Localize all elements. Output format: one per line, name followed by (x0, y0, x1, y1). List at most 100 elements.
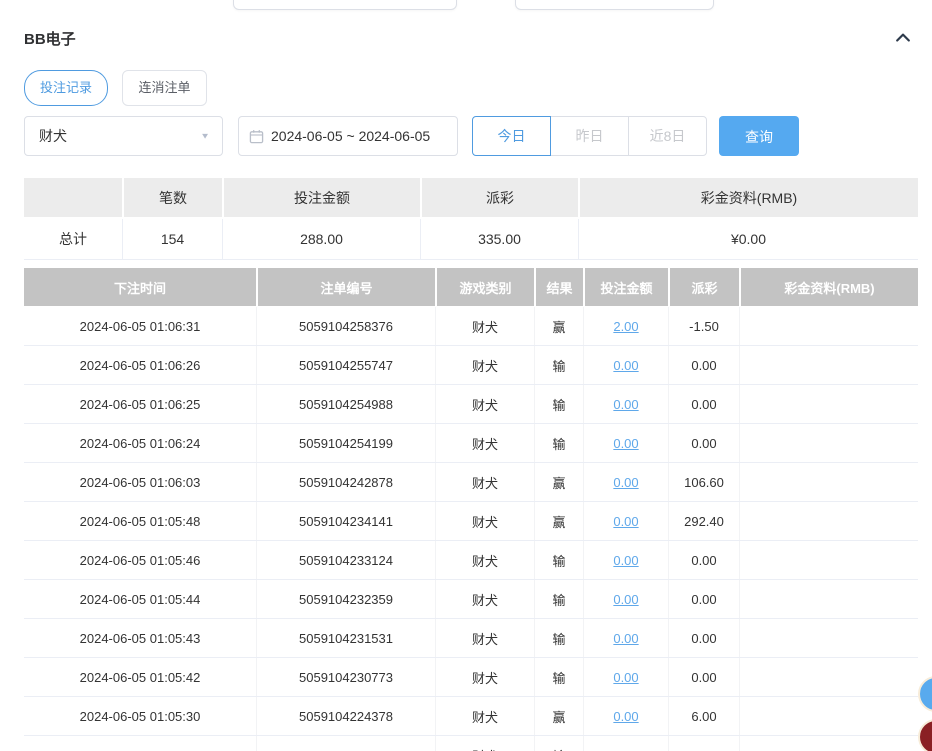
payout-value: -2.00 (668, 736, 739, 751)
tab-cancelled-orders[interactable]: 连消注单 (122, 70, 207, 106)
bet-time: 2024-06-05 01:05:12 (24, 736, 256, 751)
floating-service-button[interactable] (918, 676, 932, 712)
bet-amount-link[interactable]: 0.00 (583, 463, 668, 501)
order-id: 5059104234141 (256, 502, 435, 540)
calendar-icon (249, 129, 264, 144)
range-today-button[interactable]: 今日 (472, 116, 551, 156)
bet-amount-link[interactable]: 0.00 (583, 697, 668, 735)
bet-result: 输 (534, 346, 583, 384)
order-id: 5059104230773 (256, 658, 435, 696)
tab-bet-records[interactable]: 投注记录 (24, 70, 108, 106)
bet-result: 输 (534, 619, 583, 657)
table-row: 2024-06-05 01:05:125059104214643财犬输2.00-… (24, 736, 918, 751)
bonus-value (739, 502, 918, 540)
bonus-value (739, 346, 918, 384)
table-row: 2024-06-05 01:06:245059104254199财犬输0.000… (24, 424, 918, 463)
bet-result: 输 (534, 385, 583, 423)
bet-time: 2024-06-05 01:05:30 (24, 697, 256, 735)
bonus-value (739, 385, 918, 423)
game-type: 财犬 (435, 346, 534, 384)
bet-amount-link[interactable]: 0.00 (583, 502, 668, 540)
game-type: 财犬 (435, 385, 534, 423)
bet-result: 赢 (534, 307, 583, 345)
col-header-bonus: 彩金资料(RMB) (739, 268, 918, 306)
bet-amount-link[interactable]: 0.00 (583, 385, 668, 423)
order-id: 5059104242878 (256, 463, 435, 501)
quick-range-group: 今日 昨日 近8日 (472, 116, 707, 156)
table-row: 2024-06-05 01:05:485059104234141财犬赢0.002… (24, 502, 918, 541)
range-yesterday-button[interactable]: 昨日 (550, 116, 629, 156)
bet-time: 2024-06-05 01:06:03 (24, 463, 256, 501)
bet-amount-link[interactable]: 0.00 (583, 541, 668, 579)
bet-result: 输 (534, 424, 583, 462)
table-row: 2024-06-05 01:05:305059104224378财犬赢0.006… (24, 697, 918, 736)
col-header-bet-amount: 投注金额 (583, 268, 668, 306)
payout-value: 106.60 (668, 463, 739, 501)
bet-amount-link[interactable]: 2.00 (583, 736, 668, 751)
floating-action-button[interactable] (918, 719, 932, 751)
game-type: 财犬 (435, 502, 534, 540)
payout-value: 292.40 (668, 502, 739, 540)
payout-value: 0.00 (668, 541, 739, 579)
collapse-panel-button[interactable] (892, 28, 914, 48)
summary-total-row: 总计 154 288.00 335.00 ¥0.00 (24, 219, 918, 260)
bet-amount-link[interactable]: 0.00 (583, 346, 668, 384)
table-row: 2024-06-05 01:06:255059104254988财犬输0.000… (24, 385, 918, 424)
bonus-value (739, 736, 918, 751)
game-type: 财犬 (435, 580, 534, 618)
bet-amount-link[interactable]: 0.00 (583, 619, 668, 657)
bet-result: 输 (534, 541, 583, 579)
bet-table-body: 2024-06-05 01:06:315059104258376财犬赢2.00-… (24, 307, 918, 751)
table-row: 2024-06-05 01:05:445059104232359财犬输0.000… (24, 580, 918, 619)
bet-amount-link[interactable]: 0.00 (583, 658, 668, 696)
summary-header-blank (24, 178, 122, 217)
partial-input-top-left[interactable] (233, 0, 457, 10)
bet-amount-link[interactable]: 2.00 (583, 307, 668, 345)
col-header-payout: 派彩 (668, 268, 739, 306)
bonus-value (739, 463, 918, 501)
game-type: 财犬 (435, 658, 534, 696)
bet-result: 输 (534, 736, 583, 751)
bet-time: 2024-06-05 01:06:26 (24, 346, 256, 384)
payout-value: 0.00 (668, 658, 739, 696)
order-id: 5059104224378 (256, 697, 435, 735)
summary-total-bet-amount: 288.00 (222, 219, 420, 259)
bet-time: 2024-06-05 01:06:24 (24, 424, 256, 462)
game-type: 财犬 (435, 307, 534, 345)
game-select[interactable]: 财犬 ▼ (24, 116, 223, 156)
summary-header-row: 笔数 投注金额 派彩 彩金资料(RMB) (24, 178, 918, 217)
summary-header-payout: 派彩 (420, 178, 578, 217)
bet-time: 2024-06-05 01:05:46 (24, 541, 256, 579)
bet-result: 赢 (534, 502, 583, 540)
bet-records-panel: BB电子 投注记录 连消注单 财犬 ▼ 2024-06-05 ~ 2024-06… (0, 0, 932, 751)
chevron-down-icon: ▼ (200, 132, 210, 141)
search-button[interactable]: 查询 (719, 116, 799, 156)
bonus-value (739, 658, 918, 696)
bet-time: 2024-06-05 01:05:43 (24, 619, 256, 657)
bet-amount-link[interactable]: 0.00 (583, 424, 668, 462)
partial-input-top-right[interactable] (515, 0, 714, 10)
col-header-order-id: 注单编号 (256, 268, 435, 306)
col-header-bet-time: 下注时间 (24, 268, 256, 306)
game-type: 财犬 (435, 619, 534, 657)
table-row: 2024-06-05 01:05:435059104231531财犬输0.000… (24, 619, 918, 658)
col-header-game-type: 游戏类别 (435, 268, 534, 306)
order-id: 5059104254988 (256, 385, 435, 423)
bet-table-header-row: 下注时间 注单编号 游戏类别 结果 投注金额 派彩 彩金资料(RMB) (24, 268, 918, 306)
bet-time: 2024-06-05 01:05:48 (24, 502, 256, 540)
summary-header-count: 笔数 (122, 178, 222, 217)
table-row: 2024-06-05 01:05:465059104233124财犬输0.000… (24, 541, 918, 580)
summary-total-payout: 335.00 (420, 219, 578, 259)
game-type: 财犬 (435, 697, 534, 735)
bonus-value (739, 307, 918, 345)
bet-result: 赢 (534, 463, 583, 501)
chevron-up-icon (892, 35, 914, 52)
date-range-input[interactable]: 2024-06-05 ~ 2024-06-05 (238, 116, 458, 156)
col-header-result: 结果 (534, 268, 583, 306)
range-last8days-button[interactable]: 近8日 (628, 116, 707, 156)
summary-total-label: 总计 (24, 219, 122, 259)
payout-value: 0.00 (668, 619, 739, 657)
bet-amount-link[interactable]: 0.00 (583, 580, 668, 618)
payout-value: 0.00 (668, 346, 739, 384)
summary-total-count: 154 (122, 219, 222, 259)
